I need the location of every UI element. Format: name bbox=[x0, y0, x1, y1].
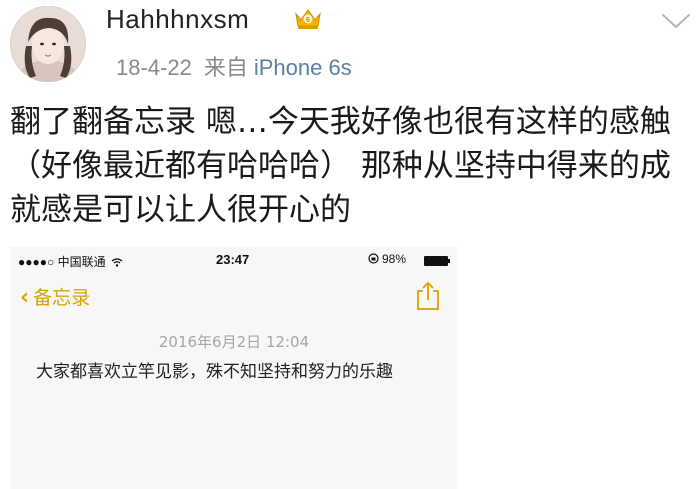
crown-badge-icon: 6 bbox=[293, 6, 323, 32]
post-text: 翻了翻备忘录 嗯…今天我好像也很有这样的感触（好像最近都有哈哈哈） 那种从坚持中… bbox=[10, 104, 671, 228]
chevron-left-icon: ‹ bbox=[20, 285, 30, 310]
status-bar: ●●●●○ 中国联通 23:47 98% bbox=[10, 247, 458, 271]
status-time: 23:47 bbox=[216, 252, 250, 267]
note-date: 2016年6月2日 12:04 bbox=[158, 333, 310, 351]
embedded-screenshot[interactable]: ●●●●○ 中国联通 23:47 98% ‹ 备忘录 2016年6月2日 12:… bbox=[10, 247, 458, 489]
post-source[interactable]: iPhone 6s bbox=[254, 55, 352, 80]
weibo-post: Hahhhnxsm 6 18-4-22 来自 iPhone 6s 翻了翻备忘录 嗯…… bbox=[0, 0, 700, 489]
carrier-label: ●●●●○ 中国联通 bbox=[18, 253, 123, 270]
chevron-down-icon[interactable] bbox=[660, 10, 692, 32]
post-meta: 18-4-22 来自 iPhone 6s bbox=[116, 50, 352, 82]
notes-navbar: ‹ 备忘录 bbox=[10, 275, 458, 315]
username[interactable]: Hahhhnxsm bbox=[106, 4, 249, 35]
wifi-icon bbox=[111, 258, 123, 267]
battery-percent: 98% bbox=[368, 252, 406, 266]
svg-text:6: 6 bbox=[306, 17, 310, 24]
source-prefix: 来自 bbox=[203, 55, 248, 80]
note-body[interactable]: 大家都喜欢立竿见影，殊不知坚持和努力的乐趣 bbox=[36, 359, 436, 386]
post-date: 18-4-22 bbox=[116, 55, 192, 80]
avatar[interactable] bbox=[10, 6, 86, 82]
battery-icon bbox=[424, 256, 450, 266]
share-icon[interactable] bbox=[415, 281, 441, 311]
lock-rotation-icon bbox=[368, 253, 379, 264]
back-button[interactable]: ‹ 备忘录 bbox=[20, 283, 90, 310]
back-label: 备忘录 bbox=[33, 287, 91, 309]
